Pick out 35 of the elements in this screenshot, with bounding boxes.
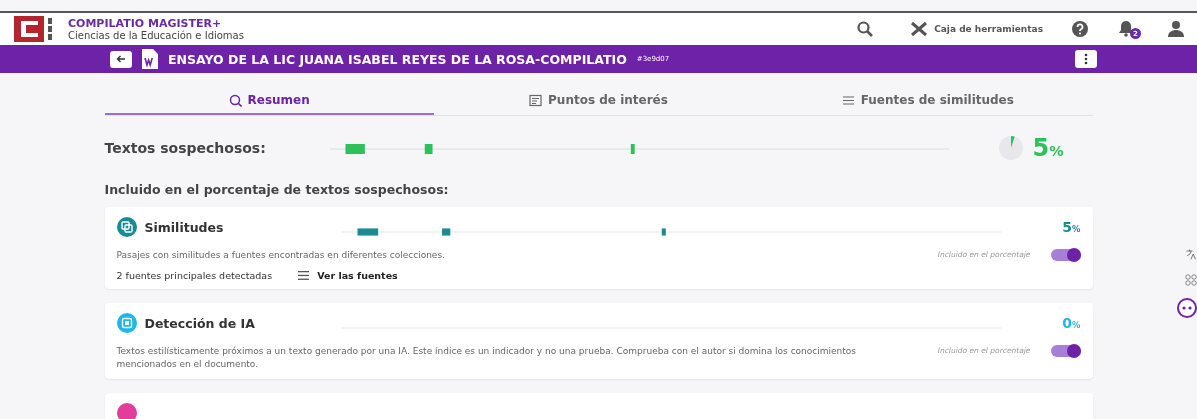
user-icon[interactable] <box>1167 20 1185 38</box>
percentage: 5% <box>1061 219 1081 235</box>
more-options-button[interactable] <box>1075 50 1097 68</box>
include-toggle[interactable] <box>1050 249 1081 261</box>
institution-name: Ciencias de la Educación e Idiomas <box>68 30 244 41</box>
card-description: Pasajes con similitudes a fuentes encontradas en diferentes colecciones. <box>116 249 446 262</box>
card-title: Detección de IA <box>144 315 256 331</box>
sources-count: 2 fuentes principales detectadas <box>116 270 273 282</box>
pie-chart-icon <box>998 136 1023 160</box>
back-button[interactable] <box>110 50 132 68</box>
total-percentage: 5% <box>1032 134 1065 162</box>
arrow-left-icon <box>116 55 126 63</box>
brand-name: COMPILATIO MAGISTER+ <box>68 17 223 30</box>
view-sources-link[interactable]: Ver las fuentes <box>298 270 398 282</box>
list-icon <box>298 271 310 281</box>
word-document-icon <box>142 49 158 69</box>
robot-icon[interactable] <box>1177 298 1197 318</box>
section-title: Incluido en el porcentaje de textos sospechosos: <box>104 182 450 197</box>
tab[interactable]: Fuentes de similitudes <box>763 87 1093 115</box>
zoom-icon <box>228 93 242 107</box>
card-description: Textos estilísticamente próximos a un texto generado por una IA. Este índice es un indicador y no una prueba. Comprueba con el autor si domina los conocimientos mencionados en el documento. <box>116 345 857 372</box>
card-title: Similitudes <box>144 219 225 235</box>
more-icon <box>1084 53 1088 65</box>
tab[interactable]: Resumen <box>104 87 434 115</box>
summary-label: Textos sospechosos: <box>104 140 267 156</box>
document-icon <box>529 93 543 107</box>
search-icon[interactable] <box>856 20 875 38</box>
help-icon[interactable] <box>1071 20 1089 38</box>
document-title: ENSAYO DE LA LIC JUANA ISABEL REYES DE LA ROSA-COMPILATIO <box>168 51 627 67</box>
tab[interactable]: Puntos de interés <box>433 87 764 115</box>
list-icon <box>841 93 855 107</box>
percentage: 0% <box>1061 315 1081 332</box>
toolbox-button[interactable]: Caja de herramientas <box>910 21 1043 37</box>
grid-icon[interactable] <box>1185 272 1197 288</box>
include-toggle[interactable] <box>1050 345 1081 358</box>
